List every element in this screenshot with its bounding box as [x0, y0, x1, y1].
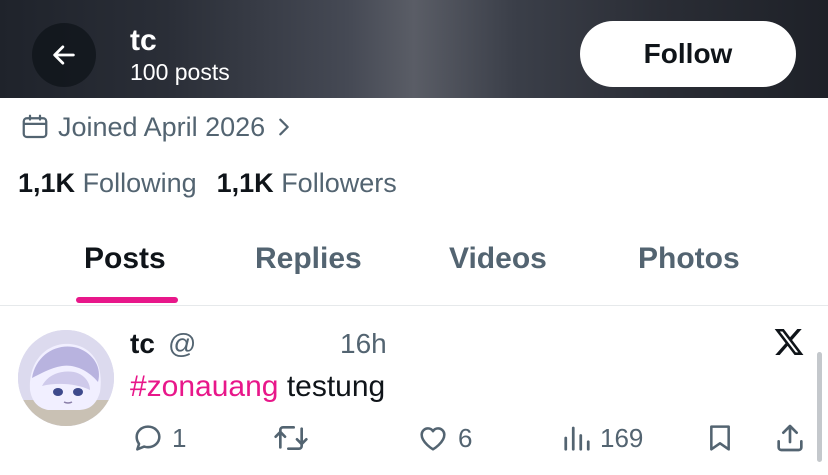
avatar-image [18, 330, 114, 426]
post-timestamp[interactable]: 16h [340, 328, 387, 360]
tab-replies[interactable]: Replies [255, 242, 362, 276]
chevron-right-icon [279, 118, 289, 136]
x-logo-icon [774, 329, 804, 355]
hashtag-link[interactable]: #zonauang [130, 370, 278, 403]
joined-date-row[interactable]: Joined April 2026 [20, 108, 303, 146]
views-button[interactable]: 169 [562, 422, 643, 454]
like-button[interactable]: 6 [416, 422, 472, 454]
post-text: #zonauang testung [130, 370, 385, 404]
tab-posts[interactable]: Posts [84, 242, 166, 276]
post-body: testung [278, 370, 386, 403]
bookmark-button[interactable] [704, 422, 736, 454]
repost-icon [274, 426, 308, 450]
joined-date-text: Joined April 2026 [58, 111, 266, 142]
following-link[interactable]: 1,1K Following [18, 168, 197, 198]
view-count: 169 [600, 422, 644, 453]
following-count: 1,1K [18, 168, 76, 198]
reply-button[interactable]: 1 [132, 422, 186, 454]
reply-count: 1 [172, 422, 187, 453]
follow-button[interactable]: Follow [580, 21, 796, 87]
views-icon [564, 426, 590, 451]
like-count: 6 [458, 422, 473, 453]
profile-tabs: Posts Replies Videos Photos [0, 222, 828, 306]
scrollbar[interactable] [817, 352, 822, 462]
header-post-count: 100 posts [130, 59, 230, 85]
following-label: Following [82, 168, 197, 198]
handle-redaction [196, 328, 320, 364]
bookmark-icon [710, 425, 730, 451]
repost-button[interactable] [272, 422, 310, 454]
avatar[interactable] [18, 330, 114, 426]
profile-header: tc 100 posts Follow [0, 0, 828, 98]
post-item[interactable]: tc @c 16h #zonauang testung 1 6 169 [0, 306, 828, 475]
share-icon [777, 424, 803, 452]
post-author-name[interactable]: tc [130, 328, 155, 360]
calendar-icon [22, 114, 48, 139]
followers-count: 1,1K [216, 168, 274, 198]
tab-videos[interactable]: Videos [449, 242, 547, 276]
followers-link[interactable]: 1,1K Followers [217, 168, 397, 198]
post-actions: 1 6 169 [0, 422, 828, 462]
followers-label: Followers [281, 168, 397, 198]
arrow-left-icon [53, 45, 75, 65]
reply-icon [135, 425, 161, 451]
follow-stats: 1,1K Following 1,1K Followers [18, 168, 397, 199]
tab-photos[interactable]: Photos [638, 242, 740, 276]
active-tab-indicator [76, 297, 178, 303]
share-button[interactable] [774, 422, 806, 454]
heart-icon [420, 427, 446, 451]
header-display-name: tc [130, 24, 157, 57]
back-button[interactable] [32, 23, 96, 87]
